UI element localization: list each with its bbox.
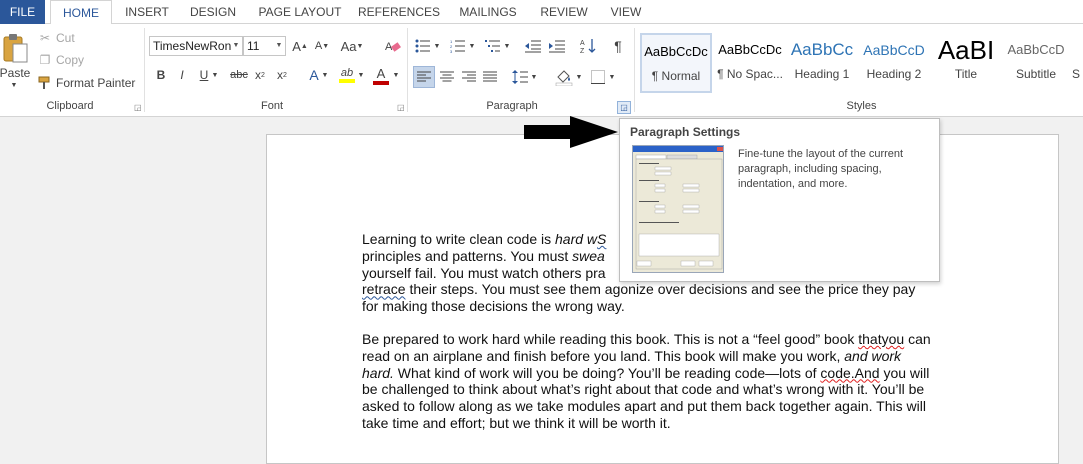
style-subtle[interactable]: S <box>1072 33 1083 93</box>
numbering-dropdown-icon[interactable]: ▼ <box>468 37 476 55</box>
font-size-dropdown-icon[interactable]: ▼ <box>273 37 285 55</box>
font-color-dropdown-icon[interactable]: ▼ <box>392 66 400 84</box>
tab-file[interactable]: FILE <box>0 0 45 24</box>
svg-text:A: A <box>580 40 585 47</box>
shading-icon[interactable] <box>553 66 575 88</box>
paragraph-settings-tooltip: Paragraph Settings Fine-tune the layout … <box>619 118 940 282</box>
text-line: for making those decisions the wrong way… <box>362 298 625 315</box>
tab-mailings[interactable]: MAILINGS <box>450 0 526 24</box>
tab-insert[interactable]: INSERT <box>117 0 177 24</box>
ribbon-tab-bar: FILE HOME INSERT DESIGN PAGE LAYOUT REFE… <box>0 0 1083 25</box>
tab-home[interactable]: HOME <box>50 0 112 25</box>
sort-icon[interactable]: AZ <box>578 37 598 55</box>
style-no-spacing[interactable]: AaBbCcDc ¶ No Spac... <box>714 33 786 93</box>
shading-dropdown-icon[interactable]: ▼ <box>575 66 583 88</box>
line-spacing-dropdown-icon[interactable]: ▼ <box>530 66 538 88</box>
italic-button[interactable]: I <box>175 66 189 84</box>
increase-indent-icon[interactable] <box>547 37 567 55</box>
align-right-button[interactable] <box>459 66 479 88</box>
format-painter-icon[interactable] <box>37 75 53 91</box>
paragraph-dialog-preview-image <box>632 145 724 273</box>
clipboard-group-label: Clipboard <box>46 100 94 112</box>
cut-icon[interactable]: ✂ <box>38 30 52 46</box>
font-color-icon[interactable]: A <box>372 64 390 86</box>
tooltip-title: Paragraph Settings <box>630 125 741 139</box>
bullets-dropdown-icon[interactable]: ▼ <box>433 37 441 55</box>
svg-text:3: 3 <box>450 49 453 53</box>
pointer-arrow-icon <box>524 116 618 148</box>
paste-button[interactable]: Paste <box>0 66 30 80</box>
underline-dropdown-icon[interactable]: ▼ <box>211 66 219 84</box>
highlight-dropdown-icon[interactable]: ▼ <box>357 66 365 84</box>
paste-icon[interactable] <box>0 30 30 66</box>
style-normal[interactable]: AaBbCcDc ¶ Normal <box>640 33 712 93</box>
style-subtitle[interactable]: AaBbCcD Subtitle <box>1000 33 1072 93</box>
paste-dropdown-icon[interactable]: ▼ <box>7 80 21 90</box>
copy-button[interactable]: Copy <box>56 52 84 68</box>
grow-font-icon[interactable]: A ▲ <box>291 37 309 55</box>
ribbon-home: Paste ▼ ✂ Cut ❐ Copy Format Painter Clip… <box>0 24 1083 117</box>
numbering-icon[interactable]: 123 <box>448 37 468 55</box>
subscript-button[interactable]: x2 <box>253 66 267 84</box>
paragraph-group-label: Paragraph <box>486 100 538 112</box>
line-spacing-icon[interactable] <box>510 66 530 88</box>
text-line: read on an airplane and finish before yo… <box>362 347 902 364</box>
styles-group-label: Styles <box>846 100 877 112</box>
font-size-value: 11 <box>247 39 260 53</box>
text-line: hard. What kind of work will you be doin… <box>362 364 930 381</box>
text-effects-dropdown-icon[interactable]: ▼ <box>321 66 329 84</box>
tab-review[interactable]: REVIEW <box>535 0 593 24</box>
group-divider <box>634 28 635 112</box>
style-heading-1[interactable]: AaBbCc Heading 1 <box>786 33 858 93</box>
shrink-font-icon[interactable]: A ▼ <box>313 37 331 55</box>
clear-formatting-icon[interactable]: A <box>383 37 403 55</box>
tab-page-layout[interactable]: PAGE LAYOUT <box>252 0 348 24</box>
change-case-icon[interactable]: Aa ▼ <box>340 37 364 55</box>
font-size-combo[interactable]: 11 ▼ <box>243 36 286 56</box>
multilevel-list-icon[interactable] <box>483 37 503 55</box>
borders-dropdown-icon[interactable]: ▼ <box>608 66 616 88</box>
tooltip-description: Fine-tune the layout of the current para… <box>738 148 904 190</box>
font-name-value: TimesNewRon <box>153 39 232 53</box>
strikethrough-button[interactable]: abc <box>228 66 250 84</box>
copy-icon[interactable]: ❐ <box>38 52 52 68</box>
tab-design[interactable]: DESIGN <box>182 0 244 24</box>
show-formatting-marks-icon[interactable]: ¶ <box>609 37 627 55</box>
text-line: asked to follow along as we take modules… <box>362 398 926 415</box>
tab-references[interactable]: REFERENCES <box>355 0 443 24</box>
justify-button[interactable] <box>480 66 500 88</box>
cut-button[interactable]: Cut <box>56 30 75 46</box>
font-name-combo[interactable]: TimesNewRon ▼ <box>149 36 243 56</box>
paragraph-2[interactable]: Be prepared to work hard while reading t… <box>362 331 962 432</box>
text-effects-icon[interactable]: A <box>307 66 321 84</box>
style-heading-2[interactable]: AaBbCcD Heading 2 <box>858 33 930 93</box>
style-title[interactable]: AaBI Title <box>930 33 1002 93</box>
font-group-label: Font <box>260 100 283 112</box>
svg-text:Z: Z <box>580 48 585 54</box>
styles-gallery: AaBbCcDc ¶ Normal AaBbCcDc ¶ No Spac... … <box>640 28 1083 96</box>
underline-button[interactable]: U <box>197 66 211 84</box>
text-line: take time and effort; but we think it wi… <box>362 414 671 431</box>
bullets-icon[interactable] <box>413 37 433 55</box>
text-line: retrace their steps. You must see them a… <box>362 281 916 298</box>
highlight-color-icon[interactable]: ab <box>337 64 357 86</box>
font-dialog-launcher-icon[interactable]: ◲ <box>397 103 405 112</box>
clipboard-dialog-launcher-icon[interactable]: ◲ <box>134 103 142 112</box>
font-name-dropdown-icon[interactable]: ▼ <box>230 37 242 55</box>
borders-icon[interactable] <box>588 66 608 88</box>
format-painter-button[interactable]: Format Painter <box>56 75 135 91</box>
bold-button[interactable]: B <box>154 66 168 84</box>
align-center-button[interactable] <box>437 66 457 88</box>
paragraph-dialog-launcher-icon[interactable]: ◲ <box>617 101 631 114</box>
decrease-indent-icon[interactable] <box>523 37 543 55</box>
text-line: be challenged to think about what’s righ… <box>362 381 925 398</box>
superscript-button[interactable]: x2 <box>275 66 289 84</box>
tab-view[interactable]: VIEW <box>603 0 649 24</box>
multilevel-dropdown-icon[interactable]: ▼ <box>503 37 511 55</box>
text-line: Be prepared to work hard while reading t… <box>362 331 931 347</box>
align-left-button[interactable] <box>413 66 435 88</box>
